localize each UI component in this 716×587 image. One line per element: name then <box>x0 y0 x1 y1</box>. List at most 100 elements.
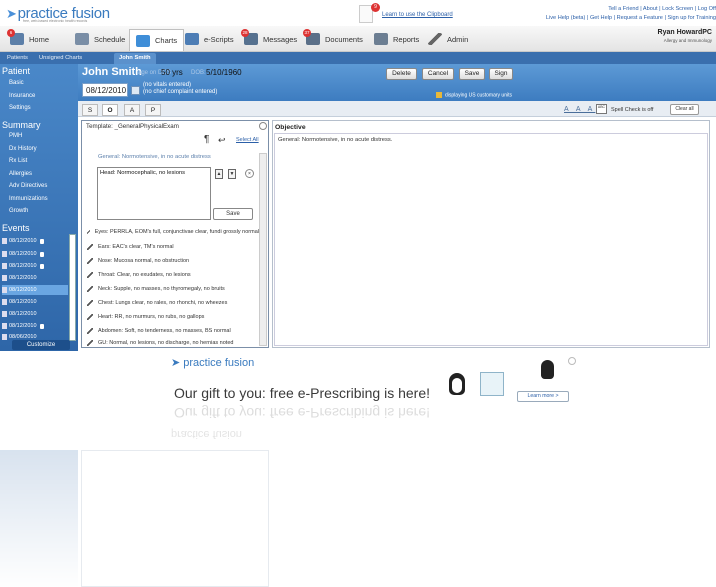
events-scrollbar[interactable] <box>69 234 76 341</box>
event-item[interactable]: 08/12/2010 <box>2 273 68 283</box>
customize-button[interactable]: Customize <box>12 340 70 350</box>
template-item[interactable]: Abdomen: Soft, no tenderness, no masses,… <box>87 325 259 336</box>
sign-button[interactable]: Sign <box>489 68 513 80</box>
template-item[interactable]: Chest: Lungs clear, no rales, no rhonchi… <box>87 297 259 308</box>
pencil-icon <box>87 339 93 346</box>
template-scrollbar[interactable] <box>259 153 267 346</box>
font-size-selector[interactable]: A A A <box>564 106 595 113</box>
nav-schedule[interactable]: Schedule <box>75 30 125 48</box>
calendar-picker-icon[interactable] <box>131 86 140 95</box>
nav-documents-label: Documents <box>325 34 363 44</box>
cancel-button[interactable]: Cancel <box>422 68 454 80</box>
pencil-icon <box>87 313 93 320</box>
home-icon: 6 <box>7 29 24 45</box>
document-icon <box>2 263 7 269</box>
template-item[interactable]: Neck: Supple, no masses, no thyromegaly,… <box>87 283 259 294</box>
paragraph-icon[interactable]: ¶ <box>204 134 209 145</box>
clipboard-badge: 9 <box>371 3 380 12</box>
tab-unsigned-charts[interactable]: Unsigned Charts <box>34 53 87 64</box>
learn-more-button[interactable]: Learn more > <box>517 391 569 402</box>
vitals-summary[interactable]: (no vitals entered) (no chief complaint e… <box>143 82 217 96</box>
sidebar-item-pmh[interactable]: PMH <box>9 133 22 139</box>
tab-assessment[interactable]: A <box>124 104 140 116</box>
sidebar-item-settings[interactable]: Settings <box>9 105 31 111</box>
tab-subjective[interactable]: S <box>82 104 98 116</box>
sidebar-item-basic[interactable]: Basic <box>9 80 24 86</box>
nav-escripts[interactable]: e-Scripts <box>185 30 234 48</box>
template-item-text: Neck: Supple, no masses, no thyromegaly,… <box>98 285 225 292</box>
sidebar-item-adv-directives[interactable]: Adv Directives <box>9 183 47 189</box>
nav-escripts-label: e-Scripts <box>204 34 234 44</box>
nav-reports[interactable]: Reports <box>374 30 419 48</box>
nav-home[interactable]: 6 Home <box>7 29 50 48</box>
template-general-line[interactable]: General: Normotensive, in no acute distr… <box>98 154 211 160</box>
event-date: 08/12/2010 <box>9 238 37 244</box>
save-button[interactable]: Save <box>459 68 485 80</box>
template-item-text: Nose: Mucosa normal, no obstruction <box>98 257 190 264</box>
template-edit-field[interactable]: Head: Normocephalic, no lesions <box>97 167 211 220</box>
move-up-button[interactable]: ▲ <box>215 169 223 179</box>
nav-admin[interactable]: Admin <box>428 30 468 48</box>
tab-patients[interactable]: Patients <box>2 53 33 64</box>
tab-objective[interactable]: O <box>102 104 118 116</box>
event-date: 08/12/2010 <box>9 323 37 329</box>
move-down-button[interactable]: ▼ <box>228 169 236 179</box>
event-item[interactable]: 08/12/2010 <box>2 249 68 259</box>
undo-icon[interactable]: ↩ <box>218 135 226 146</box>
sidebar-item-allergies[interactable]: Allergies <box>9 171 32 177</box>
units-icon <box>436 92 442 98</box>
nav-charts-label: Charts <box>155 36 178 45</box>
event-item-selected[interactable]: 08/12/2010 <box>2 285 68 295</box>
event-item[interactable]: 08/12/2010 <box>2 309 68 319</box>
template-save-button[interactable]: Save <box>213 208 253 220</box>
document-icon <box>2 251 7 257</box>
sidebar-heading-patient: Patient <box>2 66 31 76</box>
banner-headline[interactable]: Our gift to you: free e-Prescribing is h… <box>174 385 430 401</box>
top-links-row-1[interactable]: Tell a Friend | About | Lock Screen | Lo… <box>608 6 716 12</box>
lock-icon <box>39 238 44 244</box>
clear-all-button[interactable]: Clear all <box>670 104 699 115</box>
visit-date-field[interactable]: 08/12/2010 <box>82 83 128 97</box>
delete-button[interactable]: Delete <box>386 68 417 80</box>
event-date: 08/12/2010 <box>9 251 37 257</box>
template-item[interactable]: Throat: Clear, no exudates, no lesions <box>87 269 259 280</box>
sidebar-item-rx-list[interactable]: Rx List <box>9 158 27 164</box>
template-item-text: Eyes: PERRLA, EOM's full, conjunctivae c… <box>94 228 259 235</box>
main-navbar: 6 Home Schedule Charts e-Scripts 28 Messag… <box>0 26 716 52</box>
nav-documents[interactable]: 37 Documents <box>303 29 363 48</box>
template-label[interactable]: Template: _GeneralPhysicalExam <box>86 123 179 130</box>
close-icon[interactable] <box>259 122 267 130</box>
top-links-row-2[interactable]: Live Help (beta) | Get Help | Request a … <box>546 15 716 21</box>
gift-icon <box>480 372 504 396</box>
pencil-icon <box>87 285 93 292</box>
sidebar-item-growth[interactable]: Growth <box>9 208 28 214</box>
template-item[interactable]: Heart: RR, no murmurs, no rubs, no gallo… <box>87 311 259 322</box>
template-item[interactable]: Ears: EAC's clear, TM's normal <box>87 241 259 252</box>
template-item[interactable]: GU: Normal, no lesions, no discharge, no… <box>87 338 259 347</box>
event-item[interactable]: 08/12/2010 <box>2 321 68 331</box>
event-item[interactable]: 08/12/2010 <box>2 261 68 271</box>
sidebar-heading-summary: Summary <box>2 120 41 130</box>
lock-icon <box>39 263 44 269</box>
select-all-link[interactable]: Select All <box>236 137 259 143</box>
tab-john-smith[interactable]: John Smith <box>114 53 156 64</box>
sidebar-item-insurance[interactable]: Insurance <box>9 93 35 99</box>
spell-check-status[interactable]: Spell Check is off <box>611 107 653 113</box>
spellcheck-icon[interactable]: ABC <box>596 104 607 114</box>
clipboard-link[interactable]: Learn to use the Clipboard <box>382 12 453 18</box>
nav-home-label: Home <box>29 34 50 44</box>
template-item[interactable]: Eyes: PERRLA, EOM's full, conjunctivae c… <box>87 226 259 237</box>
banner-logo-text: practice fusion <box>183 357 255 369</box>
event-item[interactable]: 08/12/2010 <box>2 236 68 246</box>
event-item[interactable]: 08/12/2010 <box>2 297 68 307</box>
sidebar-item-dx-history[interactable]: Dx History <box>9 146 37 152</box>
nav-admin-label: Admin <box>447 34 469 44</box>
nav-messages[interactable]: 28 Messages <box>241 29 297 48</box>
remove-icon[interactable]: × <box>245 169 254 178</box>
template-item[interactable]: Nose: Mucosa normal, no obstruction <box>87 255 259 266</box>
nav-charts[interactable]: Charts <box>129 29 185 51</box>
sidebar-item-immunizations[interactable]: Immunizations <box>9 196 48 202</box>
event-item[interactable]: 08/06/2010 <box>2 333 68 340</box>
objective-textarea[interactable]: General: Normotensive, in no acute distr… <box>274 133 708 346</box>
tab-plan[interactable]: P <box>145 104 161 116</box>
